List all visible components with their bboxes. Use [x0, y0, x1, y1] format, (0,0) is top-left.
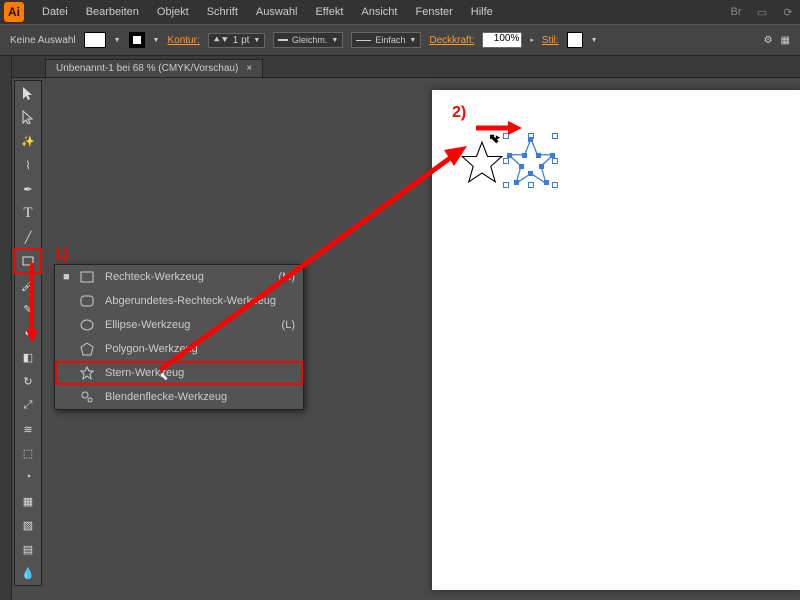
cursor-arrow-icon: ⬉: [159, 370, 168, 383]
blob-brush-tool[interactable]: ◐: [15, 321, 41, 345]
stroke-swatch[interactable]: [129, 32, 145, 48]
selection-tool[interactable]: [15, 81, 41, 105]
scale-tool[interactable]: ⤢: [15, 393, 41, 417]
selection-status: Keine Auswahl: [10, 35, 76, 46]
paintbrush-tool[interactable]: 🖌: [15, 273, 41, 297]
mesh-tool[interactable]: ▧: [15, 513, 41, 537]
polygon-icon: [79, 342, 95, 356]
app-icon: Ai: [4, 2, 24, 22]
magic-wand-tool[interactable]: ✨: [15, 129, 41, 153]
shape-builder-tool[interactable]: ◔: [15, 465, 41, 489]
style-swatch[interactable]: [567, 32, 583, 48]
kontur-label[interactable]: Kontur:: [167, 35, 199, 46]
shape-tool-flyout: ■ Rechteck-Werkzeug (M) Abgerundetes-Rec…: [54, 264, 304, 410]
sync-icon[interactable]: ⟳: [780, 4, 796, 20]
flyout-label: Blendenflecke-Werkzeug: [105, 391, 227, 403]
flyout-blendenflecke[interactable]: Blendenflecke-Werkzeug: [55, 385, 303, 409]
flyout-label: Stern-Werkzeug: [105, 367, 184, 379]
flyout-abgerundetes-rechteck[interactable]: Abgerundetes-Rechteck-Werkzeug: [55, 289, 303, 313]
menu-hilfe[interactable]: Hilfe: [463, 2, 501, 22]
opacity-input[interactable]: 100%: [482, 32, 522, 48]
flyout-polygon[interactable]: Polygon-Werkzeug: [55, 337, 303, 361]
style-arrow[interactable]: ▼: [591, 37, 598, 44]
flyout-rechteck[interactable]: ■ Rechteck-Werkzeug (M): [55, 265, 303, 289]
menu-datei[interactable]: Datei: [34, 2, 76, 22]
toolbox: ✨ ⌇ ✒ T ╱ 🖌 ✎ ◐ ◧ ↻ ⤢ ≋ ⬚ ◔ ▦ ▧ ▤ 💧: [14, 80, 42, 586]
pen-tool[interactable]: ✒: [15, 177, 41, 201]
menu-auswahl[interactable]: Auswahl: [248, 2, 306, 22]
flyout-shortcut: (M): [279, 271, 296, 283]
gradient-tool[interactable]: ▤: [15, 537, 41, 561]
stroke-dropdown-arrow[interactable]: ▼: [153, 37, 160, 44]
rotate-tool[interactable]: ↻: [15, 369, 41, 393]
artboard[interactable]: ⬉▸: [432, 90, 800, 590]
flyout-label: Polygon-Werkzeug: [105, 343, 198, 355]
star-shape-selected[interactable]: [506, 136, 556, 189]
free-transform-tool[interactable]: ⬚: [15, 441, 41, 465]
tab-title: Unbenannt-1 bei 68 % (CMYK/Vorschau): [56, 63, 238, 74]
eraser-tool[interactable]: ◧: [15, 345, 41, 369]
tab-close-icon[interactable]: ×: [246, 63, 252, 74]
cursor-pointer-icon: ⬉▸: [488, 130, 504, 147]
panel-collapse-strip[interactable]: [0, 56, 12, 600]
menubar: Ai Datei Bearbeiten Objekt Schrift Auswa…: [0, 0, 800, 24]
direct-selection-tool[interactable]: [15, 105, 41, 129]
stroke-weight-input[interactable]: ⯅⯆1 pt▼: [208, 33, 266, 48]
eyedropper-tool[interactable]: 💧: [15, 561, 41, 585]
roundrect-icon: [79, 295, 95, 307]
star-shape-original[interactable]: [460, 140, 504, 187]
arrange-icon[interactable]: ▭: [754, 4, 770, 20]
document-tab[interactable]: Unbenannt-1 bei 68 % (CMYK/Vorschau) ×: [45, 59, 263, 77]
tabbar: Unbenannt-1 bei 68 % (CMYK/Vorschau) ×: [0, 56, 800, 78]
lasso-tool[interactable]: ⌇: [15, 153, 41, 177]
flyout-stern[interactable]: Stern-Werkzeug ⬉: [55, 361, 303, 385]
width-tool[interactable]: ≋: [15, 417, 41, 441]
ellipse-icon: [79, 319, 95, 331]
star-icon: [79, 366, 95, 380]
menu-effekt[interactable]: Effekt: [307, 2, 351, 22]
bridge-icon[interactable]: Br: [728, 4, 744, 20]
stroke-profile-1[interactable]: Gleichm.▼: [273, 32, 343, 48]
controlbar: Keine Auswahl ▼ ▼ Kontur: ⯅⯆1 pt▼ Gleich…: [0, 24, 800, 56]
workspace: ✨ ⌇ ✒ T ╱ 🖌 ✎ ◐ ◧ ↻ ⤢ ≋ ⬚ ◔ ▦ ▧ ▤ 💧: [12, 78, 800, 600]
menu-ansicht[interactable]: Ansicht: [353, 2, 405, 22]
opacity-arrow[interactable]: ▸: [530, 36, 534, 44]
fill-swatch[interactable]: [84, 32, 106, 48]
menubar-right: Br ▭ ⟳: [728, 4, 796, 20]
flyout-label: Rechteck-Werkzeug: [105, 271, 204, 283]
pencil-tool[interactable]: ✎: [15, 297, 41, 321]
prefs-icon[interactable]: ⚙: [764, 35, 773, 46]
menu-objekt[interactable]: Objekt: [149, 2, 197, 22]
flyout-shortcut: (L): [282, 319, 295, 331]
flyout-label: Abgerundetes-Rechteck-Werkzeug: [105, 295, 276, 307]
fill-dropdown-arrow[interactable]: ▼: [114, 37, 121, 44]
opacity-label[interactable]: Deckkraft:: [429, 35, 474, 46]
flare-icon: [79, 390, 95, 404]
stil-label[interactable]: Stil:: [542, 35, 559, 46]
menu-bearbeiten[interactable]: Bearbeiten: [78, 2, 147, 22]
align-icon[interactable]: ▦: [781, 35, 790, 46]
annotation-step1: 1): [54, 246, 68, 264]
rect-icon: [79, 271, 95, 283]
menu-schrift[interactable]: Schrift: [199, 2, 246, 22]
flyout-label: Ellipse-Werkzeug: [105, 319, 190, 331]
brush-def[interactable]: Einfach▼: [351, 32, 421, 48]
flyout-ellipse[interactable]: Ellipse-Werkzeug (L): [55, 313, 303, 337]
type-tool[interactable]: T: [15, 201, 41, 225]
rectangle-tool[interactable]: [15, 249, 41, 273]
menu-fenster[interactable]: Fenster: [407, 2, 460, 22]
line-tool[interactable]: ╱: [15, 225, 41, 249]
perspective-tool[interactable]: ▦: [15, 489, 41, 513]
